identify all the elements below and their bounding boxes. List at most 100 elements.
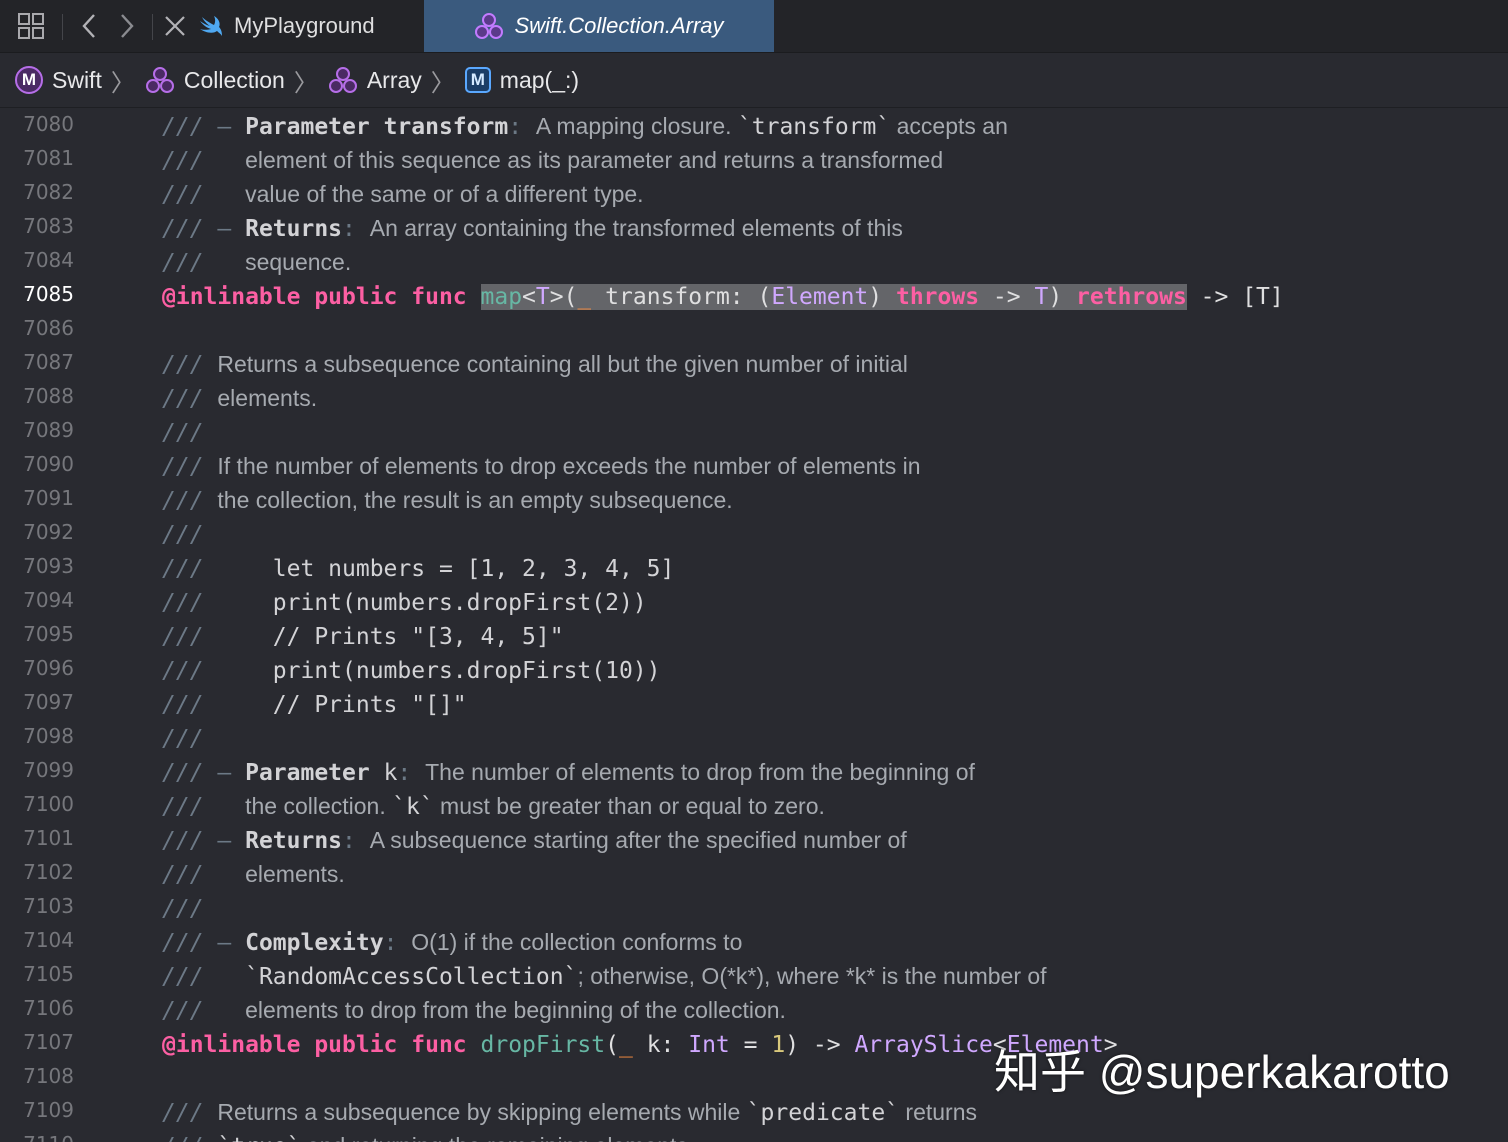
tab-label: MyPlayground xyxy=(234,13,375,38)
code-token: returns xyxy=(899,1099,978,1125)
code-token: _ xyxy=(577,284,592,310)
code-token: elements. xyxy=(217,385,318,411)
code-token: map xyxy=(480,284,523,310)
code-text: /// the collection, the result is an emp… xyxy=(162,483,733,517)
code-text: /// – Parameter transform: A mapping clo… xyxy=(162,109,1008,143)
code-line[interactable]: 7091 /// the collection, the result is an… xyxy=(0,483,1508,517)
code-text: @inlinable public func map<T>(_ transfor… xyxy=(162,279,1284,313)
code-text: /// elements. xyxy=(162,857,345,891)
code-token: If the number of elements to drop exceed… xyxy=(217,453,921,479)
code-token: ArraySlice xyxy=(854,1032,993,1058)
code-line[interactable]: 7106 /// elements to drop from the beginn… xyxy=(0,993,1508,1027)
line-number: 7104 xyxy=(23,928,74,952)
line-number: 7099 xyxy=(23,758,74,782)
code-token: T xyxy=(1034,284,1049,310)
code-line[interactable]: 7086 xyxy=(0,313,1508,347)
code-text: /// elements to drop from the beginning … xyxy=(162,993,786,1027)
code-token: : xyxy=(383,930,412,956)
code-token: Int xyxy=(688,1032,730,1058)
code-token: : xyxy=(342,828,370,854)
breadcrumb-item-map[interactable]: M map(_:) xyxy=(464,66,580,94)
code-token: ; otherwise, O(*k*), where *k* is the nu… xyxy=(577,963,1047,989)
code-token: `transform` xyxy=(737,114,891,140)
code-token: /// xyxy=(162,386,218,412)
code-token: 1 xyxy=(771,1032,786,1058)
code-line[interactable]: 7092 /// xyxy=(0,517,1508,551)
chevron-right-icon[interactable] xyxy=(110,0,144,52)
code-token: let numbers = [1, 2, 3, 4, 5] xyxy=(272,556,675,582)
code-token: – xyxy=(217,760,246,786)
code-line[interactable]: 7093 /// let numbers = [1, 2, 3, 4, 5] xyxy=(0,551,1508,585)
code-token: T xyxy=(535,284,550,310)
code-token: k xyxy=(369,760,398,786)
tab-swift-collection-array[interactable]: Swift.Collection.Array xyxy=(424,0,774,52)
code-token: /// xyxy=(162,692,273,718)
code-line[interactable]: 7105 /// `RandomAccessCollection`; otherw… xyxy=(0,959,1508,993)
code-token: ( xyxy=(605,1032,619,1058)
breadcrumb-separator-icon: 〉 xyxy=(293,69,318,97)
code-line[interactable]: 7103 /// xyxy=(0,891,1508,925)
code-text: /// – Returns: A subsequence starting af… xyxy=(162,823,907,857)
code-token: must be greater than or equal to zero. xyxy=(433,793,825,819)
code-line[interactable]: 7087 /// Returns a subsequence containing… xyxy=(0,347,1508,381)
code-token: /// xyxy=(162,828,218,854)
code-token: k: xyxy=(632,1032,689,1058)
code-line[interactable]: 7100 /// the collection. `k` must be grea… xyxy=(0,789,1508,823)
code-token: : xyxy=(342,216,370,242)
code-line[interactable]: 7088 /// elements. xyxy=(0,381,1508,415)
code-line[interactable]: 7101 /// – Returns: A subsequence startin… xyxy=(0,823,1508,857)
code-token: element of this sequence as its paramete… xyxy=(245,147,944,173)
breadcrumb-item-array[interactable]: Array xyxy=(328,66,422,94)
line-number: 7089 xyxy=(23,418,74,442)
code-line[interactable]: 7102 /// elements. xyxy=(0,857,1508,891)
line-number: 7095 xyxy=(23,622,74,646)
line-number: 7090 xyxy=(23,452,74,476)
breadcrumb-item-collection[interactable]: Collection xyxy=(145,66,285,94)
code-token: print(numbers.dropFirst(10)) xyxy=(272,658,661,684)
breadcrumb-item-swift[interactable]: M Swift xyxy=(15,66,102,94)
close-icon[interactable] xyxy=(158,0,192,52)
code-line[interactable]: 7080 /// – Parameter transform: A mapping… xyxy=(0,109,1508,143)
code-text: /// – Parameter k: The number of element… xyxy=(162,755,975,789)
code-line[interactable]: 7084 /// sequence. xyxy=(0,245,1508,279)
code-token: Returns a subsequence containing all but… xyxy=(217,351,908,377)
line-number: 7096 xyxy=(23,656,74,680)
code-token: /// xyxy=(162,794,246,820)
code-token: Parameter transform xyxy=(245,114,509,140)
code-text: /// the collection. `k` must be greater … xyxy=(162,789,825,823)
code-line[interactable]: 7081 /// element of this sequence as its … xyxy=(0,143,1508,177)
code-line[interactable]: 7082 /// value of the same or of a differ… xyxy=(0,177,1508,211)
line-number: 7098 xyxy=(23,724,74,748)
tab-myplayground[interactable]: MyPlayground xyxy=(198,0,424,52)
code-line[interactable]: 7083 /// – Returns: An array containing t… xyxy=(0,211,1508,245)
code-line[interactable]: 7096 /// print(numbers.dropFirst(10)) xyxy=(0,653,1508,687)
swift-bird-icon xyxy=(198,15,224,37)
code-line[interactable]: 7099 /// – Parameter k: The number of ele… xyxy=(0,755,1508,789)
code-token: ) xyxy=(1048,284,1077,310)
code-token: /// xyxy=(162,556,273,582)
line-number: 7082 xyxy=(23,180,74,204)
chevron-left-icon[interactable] xyxy=(72,0,106,52)
code-line[interactable]: 7110 /// `true` and returning the remaini… xyxy=(0,1129,1508,1142)
code-token: /// xyxy=(162,182,246,208)
line-number: 7092 xyxy=(23,520,74,544)
source-editor[interactable]: 7080 /// – Parameter transform: A mapping… xyxy=(0,109,1508,1142)
line-number: 7084 xyxy=(23,248,74,272)
code-line[interactable]: 7089 /// xyxy=(0,415,1508,449)
code-line[interactable]: 7104 /// – Complexity: O(1) if the collec… xyxy=(0,925,1508,959)
breadcrumb-label: map(_:) xyxy=(499,66,580,93)
code-text: /// print(numbers.dropFirst(10)) xyxy=(162,653,661,687)
code-text: /// Returns a subsequence by skipping el… xyxy=(162,1095,977,1129)
code-line[interactable]: 7085 @inlinable public func map<T>(_ tran… xyxy=(0,279,1508,313)
line-number: 7080 xyxy=(23,112,74,136)
related-items-grid-icon[interactable] xyxy=(14,0,48,52)
watermark: 知乎 @superkakarotto xyxy=(994,1046,1450,1098)
line-number: 7086 xyxy=(23,316,74,340)
code-line[interactable]: 7095 /// // Prints "[3, 4, 5]" xyxy=(0,619,1508,653)
code-line[interactable]: 7094 /// print(numbers.dropFirst(2)) xyxy=(0,585,1508,619)
code-token: and returning the remaining elements. xyxy=(300,1133,694,1142)
code-line[interactable]: 7097 /// // Prints "[]" xyxy=(0,687,1508,721)
code-line[interactable]: 7098 /// xyxy=(0,721,1508,755)
code-token: /// xyxy=(162,454,218,480)
code-line[interactable]: 7090 /// If the number of elements to dro… xyxy=(0,449,1508,483)
